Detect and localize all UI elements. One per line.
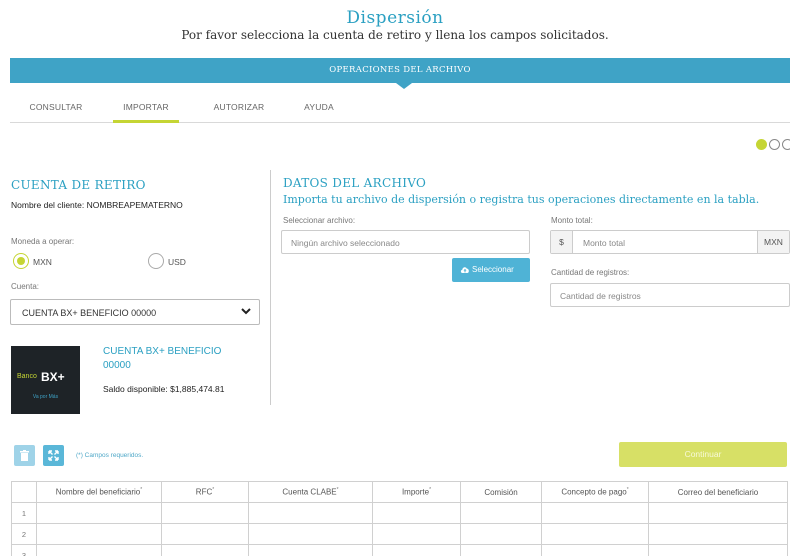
available-balance: Saldo disponible: $1,885,474.81 (103, 384, 225, 394)
table-cell[interactable] (648, 523, 788, 545)
monto-label: Monto total: (551, 216, 593, 225)
table-cell[interactable] (36, 544, 162, 556)
trash-icon (20, 450, 29, 461)
table-cell[interactable] (36, 502, 162, 524)
chevron-down-icon (241, 308, 251, 315)
currency-prefix: $ (551, 231, 573, 253)
page-title: Dispersión (346, 8, 444, 28)
step-dot (782, 139, 790, 150)
cuenta-retiro-title: CUENTA DE RETIRO (11, 178, 146, 192)
currency-radio-usd[interactable] (148, 253, 164, 269)
registros-placeholder: Cantidad de registros (560, 291, 641, 301)
table-cell[interactable] (648, 544, 788, 556)
tab-ayuda[interactable]: AYUDA (294, 92, 344, 123)
table-cell[interactable] (541, 544, 649, 556)
currency-option-mxn: MXN (33, 257, 52, 267)
table-cell[interactable] (460, 523, 542, 545)
table-header-row: Nombre del beneficiario* RFC* Cuenta CLABE… (11, 481, 788, 503)
file-placeholder: Ningún archivo seleccionado (291, 238, 400, 248)
column-header: Concepto de pago* (541, 481, 649, 503)
required-marker: * (429, 487, 432, 494)
expand-icon (48, 450, 59, 461)
select-file-label: Seleccionar (472, 265, 514, 274)
page-subtitle: Por favor selecciona la cuenta de retiro… (181, 28, 609, 42)
table-body: 123 (11, 502, 788, 556)
tab-autorizar[interactable]: AUTORIZAR (203, 92, 275, 123)
column-header: RFC* (161, 481, 249, 503)
delete-button[interactable] (14, 445, 35, 466)
required-marker: * (212, 487, 215, 494)
expand-button[interactable] (43, 445, 64, 466)
column-header: Importe* (372, 481, 461, 503)
account-card-title: CUENTA BX+ BENEFICIO 00000 (103, 346, 222, 371)
currency-option-usd: USD (168, 257, 186, 267)
column-header: Nombre del beneficiario* (36, 481, 162, 503)
account-select-value: CUENTA BX+ BENEFICIO 00000 (22, 308, 157, 318)
table-cell[interactable] (372, 523, 461, 545)
table-cell[interactable] (460, 502, 542, 524)
file-label: Seleccionar archivo: (283, 216, 356, 225)
section-divider (270, 170, 271, 405)
account-select[interactable]: CUENTA BX+ BENEFICIO 00000 (10, 299, 260, 325)
required-marker: * (140, 487, 143, 494)
select-file-button[interactable]: Seleccionar (452, 258, 530, 282)
table-cell[interactable] (161, 523, 249, 545)
column-header: Comisión (460, 481, 542, 503)
monto-placeholder: Monto total (583, 238, 626, 248)
column-header: Cuenta CLABE* (248, 481, 373, 503)
table-cell[interactable] (248, 544, 373, 556)
table-cell[interactable] (372, 502, 461, 524)
currency-radio-mxn[interactable] (13, 253, 29, 269)
account-label: Cuenta: (11, 282, 40, 291)
tab-bar: CONSULTAR IMPORTAR AUTORIZAR AYUDA (10, 92, 790, 123)
operations-table: Nombre del beneficiario* RFC* Cuenta CLABE… (11, 481, 788, 556)
client-name-label: Nombre del cliente: (11, 200, 85, 210)
table-row: 1 (11, 502, 788, 524)
table-cell[interactable] (460, 544, 542, 556)
table-cell[interactable] (541, 523, 649, 545)
file-field[interactable]: Ningún archivo seleccionado (281, 230, 530, 254)
row-number: 3 (11, 544, 37, 556)
table-cell[interactable] (248, 502, 373, 524)
row-number: 2 (11, 523, 37, 545)
registros-field[interactable]: Cantidad de registros (550, 283, 790, 307)
step-dot (769, 139, 780, 150)
table-cell[interactable] (372, 544, 461, 556)
currency-suffix: MXN (757, 231, 789, 253)
datos-archivo-subtitle: Importa tu archivo de dispersión o regis… (283, 193, 760, 206)
row-number: 1 (11, 502, 37, 524)
bank-logo: Banco BX+ Va por Más (11, 346, 80, 414)
table-cell[interactable] (648, 502, 788, 524)
datos-archivo-title: DATOS DEL ARCHIVO (283, 176, 427, 190)
table-row: 3 (11, 544, 788, 556)
table-cell[interactable] (248, 523, 373, 545)
required-marker: * (626, 487, 629, 494)
table-row: 2 (11, 523, 788, 545)
tab-consultar[interactable]: CONSULTAR (20, 92, 92, 123)
continue-button[interactable]: Continuar (619, 442, 787, 467)
cloud-upload-icon (460, 267, 469, 273)
table-cell[interactable] (541, 502, 649, 524)
banner-arrow-indicator (396, 83, 412, 89)
table-cell[interactable] (36, 523, 162, 545)
client-name-value: NOMBREAPEMATERNO (86, 200, 183, 210)
table-cell[interactable] (161, 544, 249, 556)
column-header (11, 481, 37, 503)
section-banner: OPERACIONES DEL ARCHIVO (10, 58, 790, 83)
required-marker: * (336, 487, 339, 494)
currency-label: Moneda a operar: (11, 237, 75, 246)
column-header: Correo del beneficiario (648, 481, 788, 503)
tab-importar[interactable]: IMPORTAR (113, 92, 179, 123)
monto-field[interactable]: $ Monto total MXN (550, 230, 790, 254)
registros-label: Cantidad de registros: (551, 268, 630, 277)
step-dot (756, 139, 767, 150)
required-fields-note: (*) Campos requeridos. (76, 452, 144, 459)
table-cell[interactable] (161, 502, 249, 524)
